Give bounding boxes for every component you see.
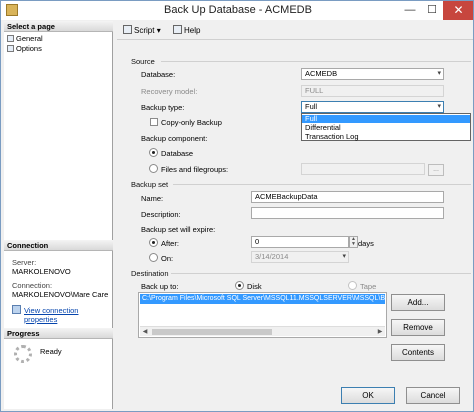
recovery-model-label: Recovery model: — [141, 87, 198, 96]
backup-set-group-label: Backup set — [131, 180, 169, 189]
backup-database-window: Back Up Database - ACMEDB — ☐ ✕ Select a… — [0, 0, 474, 412]
backup-type-option-full[interactable]: Full — [302, 115, 470, 123]
chevron-down-icon: ▾ — [156, 26, 161, 35]
copy-only-label: Copy-only Backup — [161, 118, 222, 127]
days-label: days — [358, 239, 374, 248]
spinner-icon — [14, 345, 32, 363]
script-button[interactable]: Script ▾ — [123, 25, 161, 37]
calendar-icon: ▾ — [342, 253, 346, 260]
scroll-left-icon[interactable]: ◀ — [140, 327, 150, 337]
source-divider — [161, 61, 471, 62]
server-label: Server: — [12, 258, 37, 267]
description-label: Description: — [141, 210, 181, 219]
page-icon — [7, 45, 14, 52]
source-group-label: Source — [131, 57, 155, 66]
backup-type-option-transaction-log[interactable]: Transaction Log — [302, 133, 470, 141]
component-files-radio[interactable] — [149, 164, 158, 173]
after-days-stepper[interactable]: ▲ ▼ — [349, 236, 358, 248]
title-bar: Back Up Database - ACMEDB — ☐ ✕ — [1, 1, 473, 20]
connection-label: Connection: — [12, 281, 53, 290]
view-connection-properties-link[interactable]: View connection properties — [24, 306, 112, 324]
add-button[interactable]: Add... — [391, 294, 445, 311]
backup-name-input[interactable]: ACMEBackupData — [251, 191, 444, 203]
description-input[interactable] — [251, 207, 444, 219]
destination-divider — [171, 273, 471, 274]
ok-button[interactable]: OK — [341, 387, 395, 404]
scroll-thumb[interactable] — [152, 329, 272, 335]
disk-radio[interactable] — [235, 281, 244, 290]
tape-label: Tape — [360, 282, 377, 291]
backup-type-label: Backup type: — [141, 103, 185, 112]
link-icon — [12, 305, 21, 314]
page-options[interactable]: Options — [7, 44, 42, 54]
page-icon — [7, 35, 14, 42]
database-select[interactable]: ACMEDB ▾ — [301, 68, 444, 80]
destination-path-row[interactable]: C:\Program Files\Microsoft SQL Server\MS… — [140, 294, 385, 304]
name-label: Name: — [141, 194, 164, 203]
expire-on-radio[interactable] — [149, 253, 158, 262]
left-pane: Select a page General Options Connection… — [4, 21, 113, 409]
database-label: Database: — [141, 70, 176, 79]
expire-label: Backup set will expire: — [141, 225, 216, 234]
browse-files-button[interactable]: ... — [428, 164, 444, 176]
backup-type-option-differential[interactable]: Differential — [302, 124, 470, 132]
connection-value: MARKOLENOVO\Mare Care — [12, 290, 109, 299]
horizontal-scrollbar[interactable]: ◀ ▶ — [140, 326, 385, 336]
files-filegroups-field — [301, 163, 425, 175]
back-up-to-label: Back up to: — [141, 282, 179, 291]
on-label: On: — [161, 254, 174, 263]
tape-radio[interactable] — [348, 281, 357, 290]
remove-button[interactable]: Remove — [391, 319, 445, 336]
cancel-button[interactable]: Cancel — [406, 387, 460, 404]
dropdown-arrow-icon: ▾ — [437, 70, 441, 77]
dropdown-arrow-icon: ▾ — [437, 103, 441, 110]
component-files-label: Files and filegroups: — [161, 165, 229, 174]
close-button[interactable]: ✕ — [443, 1, 473, 20]
copy-only-checkbox[interactable] — [150, 118, 158, 126]
select-page-header: Select a page — [4, 21, 113, 32]
maximize-button[interactable]: ☐ — [421, 1, 443, 20]
after-days-input[interactable]: 0 — [251, 236, 349, 248]
script-icon — [123, 25, 132, 34]
toolbar: Script ▾ Help — [117, 22, 473, 40]
minimize-button[interactable]: — — [399, 1, 421, 20]
backup-type-dropdown-list: Full Differential Transaction Log — [301, 113, 471, 141]
component-database-label: Database — [161, 149, 194, 158]
after-label: After: — [161, 239, 179, 248]
contents-button[interactable]: Contents — [391, 344, 445, 361]
expire-after-radio[interactable] — [149, 238, 158, 247]
connection-header: Connection — [4, 240, 113, 251]
backup-set-divider — [173, 184, 471, 185]
server-value: MARKOLENOVO — [12, 267, 71, 276]
help-icon — [173, 25, 182, 34]
component-database-radio[interactable] — [149, 148, 158, 157]
progress-status: Ready — [40, 347, 62, 356]
destination-group-label: Destination — [131, 269, 169, 278]
scroll-right-icon[interactable]: ▶ — [375, 327, 385, 337]
expire-on-date-picker[interactable]: 3/14/2014 ▾ — [251, 251, 349, 263]
page-general[interactable]: General — [7, 34, 43, 44]
backup-type-select[interactable]: Full ▾ — [301, 101, 444, 113]
backup-component-label: Backup component: — [141, 134, 208, 143]
recovery-model-value: FULL — [301, 85, 444, 97]
destination-list[interactable]: C:\Program Files\Microsoft SQL Server\MS… — [138, 292, 387, 338]
disk-label: Disk — [247, 282, 262, 291]
help-button[interactable]: Help — [173, 25, 200, 37]
progress-header: Progress — [4, 328, 113, 339]
